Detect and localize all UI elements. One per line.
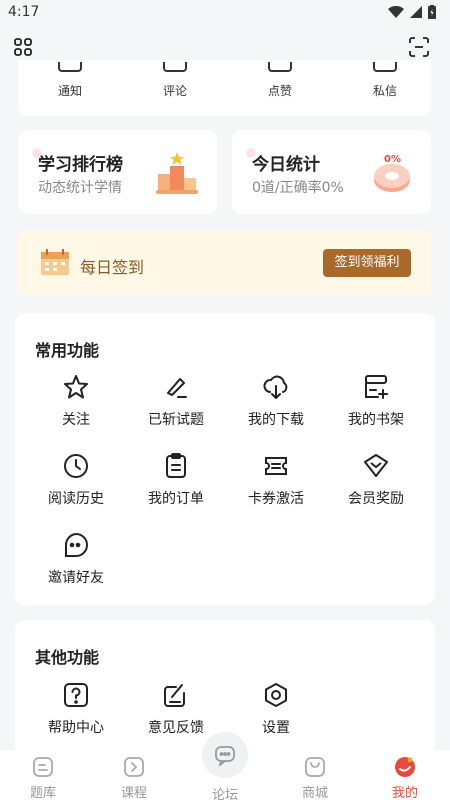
profile-icon (395, 757, 415, 777)
nav-label: 课程 (120, 786, 147, 800)
nav-mine[interactable]: 我的 (360, 750, 450, 800)
knife-icon (167, 378, 187, 398)
ranking-title: 学习排行榜 (38, 155, 123, 175)
messages-card: 通知 评论 点赞 私信 (18, 60, 431, 116)
comment-icon (163, 62, 187, 72)
forum-fab-button[interactable] (202, 732, 248, 778)
today-subtitle: 0道/正确率0% (252, 180, 344, 196)
func-label: 我的订单 (148, 491, 204, 507)
func-label: 我的书架 (348, 412, 404, 428)
today-title: 今日统计 (252, 155, 320, 175)
func-follow[interactable]: 关注 (26, 373, 126, 433)
func-coupon[interactable]: 卡券激活 (226, 452, 326, 512)
func-label: 卡券激活 (248, 491, 304, 507)
clock-icon (64, 454, 88, 478)
nav-label: 我的 (391, 786, 418, 800)
func-label: 邀请好友 (48, 570, 104, 586)
message-label: 点赞 (267, 84, 292, 98)
message-label: 评论 (162, 84, 187, 98)
signin-reward-button[interactable]: 签到领福利 (323, 249, 411, 277)
nav-course[interactable]: 课程 (89, 750, 179, 800)
podium-icon (156, 152, 198, 194)
chat-icon (215, 746, 235, 766)
message-item-like[interactable]: 点赞 (240, 60, 320, 116)
func-orders[interactable]: 我的订单 (126, 452, 226, 512)
common-functions-card: 常用功能 关注 已斩试题 我的下载 我的书架 阅读历史 我的订单 卡券激活 会员… (15, 313, 435, 605)
func-label: 已斩试题 (148, 412, 204, 428)
course-icon (124, 757, 144, 777)
nav-question-bank[interactable]: 题库 (0, 750, 88, 800)
today-badge: 0% (384, 154, 401, 165)
nav-label: 商城 (301, 786, 328, 800)
status-bar: 4:17 (0, 0, 450, 24)
nav-label: 论坛 (211, 788, 238, 800)
wifi-icon (388, 6, 404, 18)
message-label: 私信 (372, 84, 397, 98)
func-settings[interactable]: 设置 (226, 681, 326, 741)
signal-icon (410, 6, 422, 18)
nav-mall[interactable]: 商城 (270, 750, 360, 800)
today-stats-card[interactable]: 今日统计 0道/正确率0% 0% (232, 130, 431, 214)
bell-icon (58, 62, 82, 72)
message-item-notice[interactable]: 通知 (30, 60, 110, 116)
feedback-icon (164, 684, 185, 707)
func-invite[interactable]: 邀请好友 (26, 531, 126, 591)
calendar-icon (41, 249, 69, 275)
thumb-icon (268, 62, 292, 72)
status-icons (388, 5, 436, 19)
func-help[interactable]: 帮助中心 (26, 681, 126, 741)
bookshelf-icon (365, 375, 388, 399)
message-label: 通知 (57, 84, 82, 98)
func-label: 关注 (62, 412, 90, 428)
settings-icon (265, 683, 287, 707)
section-title: 其他功能 (35, 648, 100, 667)
func-bookshelf[interactable]: 我的书架 (326, 373, 426, 433)
signin-label: 每日签到 (80, 258, 145, 277)
func-label: 设置 (262, 720, 290, 736)
daily-signin-banner: 每日签到 签到领福利 (18, 230, 431, 296)
battery-icon (428, 5, 436, 19)
cloud-download-icon (263, 375, 288, 399)
func-label: 会员奖励 (348, 491, 404, 507)
func-download[interactable]: 我的下载 (226, 373, 326, 433)
func-feedback[interactable]: 意见反馈 (126, 681, 226, 741)
message-item-comment[interactable]: 评论 (135, 60, 215, 116)
diamond-icon (364, 454, 388, 477)
mall-icon (305, 757, 325, 777)
section-title: 常用功能 (35, 341, 100, 360)
ranking-card[interactable]: 学习排行榜 动态统计学情 (18, 130, 217, 214)
question-bank-icon (33, 757, 53, 777)
top-bar (0, 34, 450, 60)
ranking-subtitle: 动态统计学情 (38, 180, 122, 196)
scan-icon[interactable] (408, 36, 430, 58)
func-label: 帮助中心 (48, 720, 104, 736)
nav-label: 题库 (29, 786, 56, 800)
apps-grid-icon[interactable] (13, 37, 33, 57)
func-label: 我的下载 (248, 412, 304, 428)
star-icon (64, 375, 88, 399)
chat-bubble-icon (64, 532, 89, 557)
ticket-icon (265, 457, 287, 475)
status-time: 4:17 (8, 4, 40, 20)
func-history[interactable]: 阅读历史 (26, 452, 126, 512)
func-label: 阅读历史 (48, 491, 104, 507)
help-icon (64, 683, 88, 707)
func-label: 意见反馈 (148, 720, 204, 736)
mail-icon (373, 62, 397, 72)
clipboard-icon (166, 453, 186, 478)
message-item-private[interactable]: 私信 (345, 60, 425, 116)
func-member-reward[interactable]: 会员奖励 (326, 452, 426, 512)
func-solved[interactable]: 已斩试题 (126, 373, 226, 433)
